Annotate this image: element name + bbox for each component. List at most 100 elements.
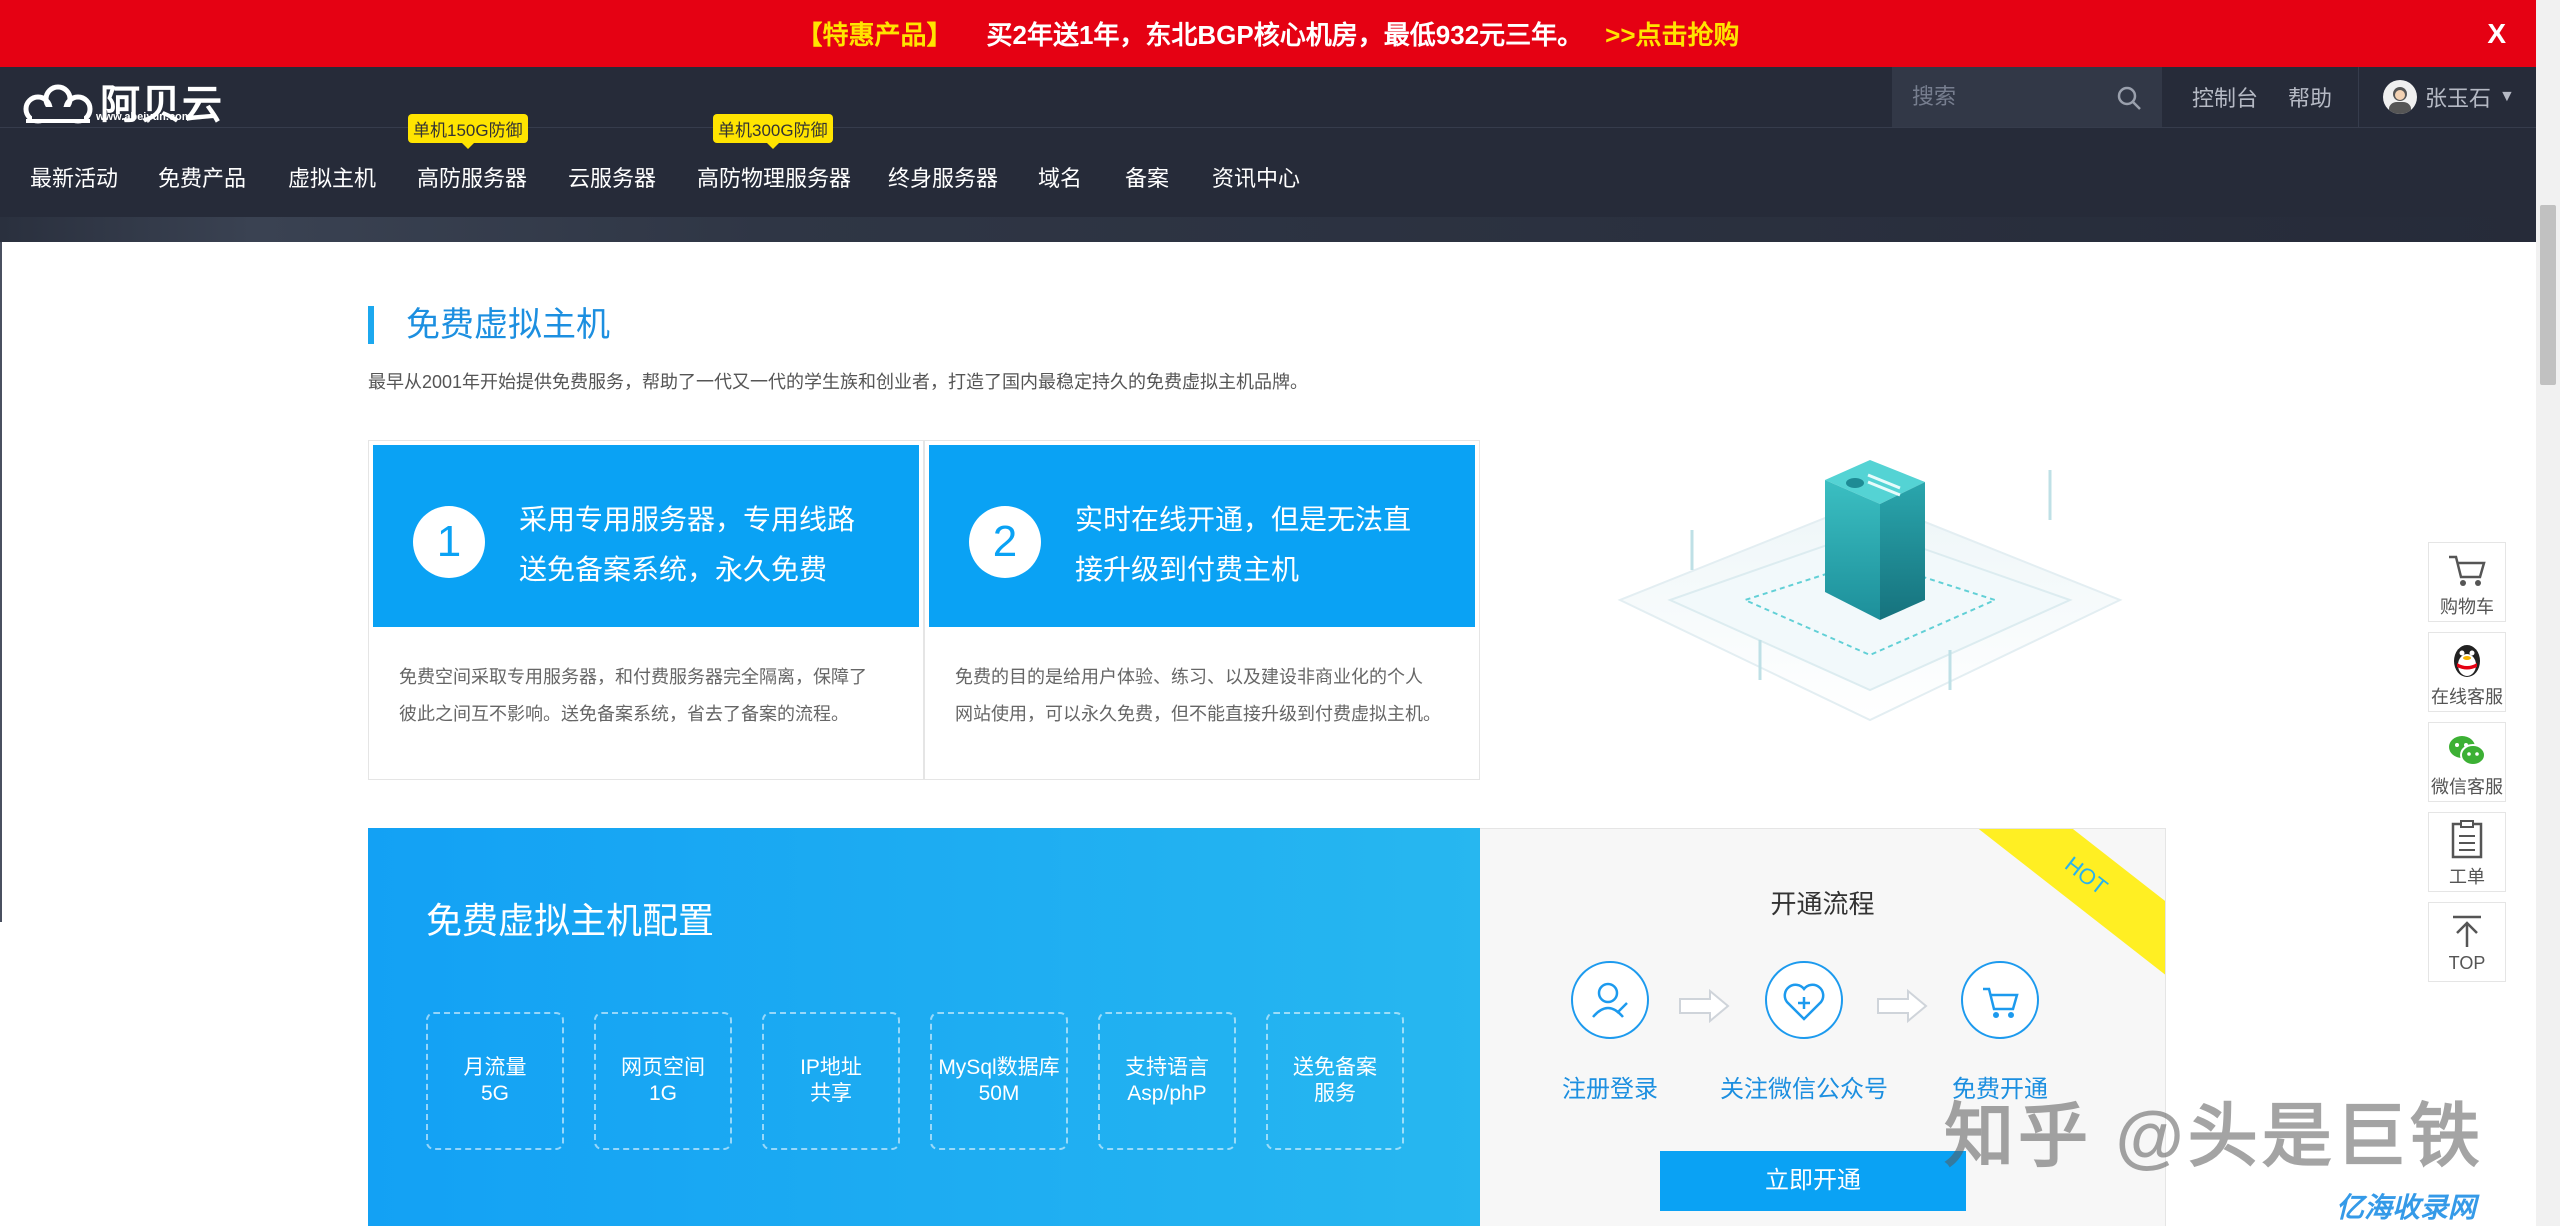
process-step-register: 注册登录 (1500, 961, 1720, 1104)
logo[interactable]: 阿贝云 www.abeiyun.com (22, 67, 223, 125)
page-scrollbar[interactable] (2536, 0, 2560, 1226)
config-box-beian: 送免备案 服务 (1266, 1012, 1404, 1150)
console-link[interactable]: 控制台 (2192, 81, 2258, 113)
server-illustration (1600, 420, 2140, 780)
config-title: 免费虚拟主机配置 (426, 900, 715, 941)
promo-tag: 【特惠产品】 (796, 20, 953, 50)
card-desc-line: 网站使用，可以永久免费，但不能直接升级到付费虚拟主机。 (955, 704, 1441, 724)
scrollbar-thumb[interactable] (2540, 205, 2556, 385)
float-label: 购物车 (2440, 597, 2494, 617)
process-step-wechat: 关注微信公众号 (1694, 961, 1914, 1104)
top-links: 控制台 帮助 (2192, 67, 2362, 127)
config-box-value: Asp/phP (1127, 1082, 1207, 1105)
promo-bar[interactable]: 【特惠产品】 买2年送1年，东北BGP核心机房，最低932元三年。 >>点击抢购… (0, 0, 2536, 67)
config-box-label: MySql数据库 (938, 1056, 1060, 1079)
nav-item-news[interactable]: 资讯中心 (1212, 161, 1300, 193)
config-box-label: 支持语言 (1125, 1056, 1209, 1079)
config-box-label: 月流量 (463, 1056, 527, 1079)
step-label: 注册登录 (1562, 1076, 1658, 1103)
search-box[interactable] (1892, 67, 2162, 127)
card-desc-line: 免费的目的是给用户体验、练习、以及建设非商业化的个人 (955, 667, 1423, 687)
user-name: 张玉石 (2425, 86, 2492, 111)
nav-item-ddos-server[interactable]: 高防服务器 单机150G防御 (408, 114, 528, 193)
left-edge-line (0, 242, 2, 922)
nav-badge-150g: 单机150G防御 (408, 114, 528, 149)
zhihu-watermark: 知乎 @头是巨铁 (1944, 1097, 2484, 1175)
config-box-traffic: 月流量 5G (426, 1012, 564, 1150)
config-box-value: 50M (978, 1082, 1020, 1105)
header-divider (0, 127, 2536, 128)
section-title: 免费虚拟主机 (368, 306, 610, 344)
nav-badge-300g: 单机300G防御 (713, 114, 833, 149)
step-label: 关注微信公众号 (1720, 1076, 1888, 1103)
user-edit-icon (1571, 961, 1649, 1039)
nav-item-label: 高防物理服务器 (697, 166, 852, 191)
clipboard-icon (2429, 813, 2505, 859)
feature-card-1: 1 采用专用服务器，专用线路 送免备案系统，永久免费 免费空间采取专用服务器，和… (368, 440, 924, 780)
card-head-line: 接升级到付费主机 (1075, 554, 1300, 585)
config-box-language: 支持语言 Asp/phP (1098, 1012, 1236, 1150)
card-desc-line: 彼此之间互不影响。送免备案系统，省去了备案的流程。 (399, 704, 849, 724)
search-icon[interactable] (2116, 85, 2142, 116)
config-box-value: 5G (480, 1082, 509, 1105)
help-link[interactable]: 帮助 (2288, 81, 2332, 113)
site-header: 阿贝云 www.abeiyun.com 控制台 帮助 张玉石 ▼ 最新活动 免费… (0, 67, 2536, 242)
qq-penguin-icon (2429, 633, 2505, 679)
card-head-text: 实时在线开通，但是无法直 接升级到付费主机 (1075, 495, 1455, 595)
promo-link[interactable]: >>点击抢购 (1605, 15, 1739, 52)
config-box-label: IP地址 (800, 1056, 862, 1079)
float-label: 微信客服 (2431, 777, 2503, 797)
card-head-text: 采用专用服务器，专用线路 送免备案系统，永久免费 (519, 495, 899, 595)
float-wechat-service[interactable]: 微信客服 (2428, 722, 2506, 802)
section-subtitle: 最早从2001年开始提供免费服务，帮助了一代又一代的学生族和创业者，打造了国内最… (368, 372, 1309, 392)
config-box-value: 共享 (810, 1082, 852, 1105)
nav-item-latest[interactable]: 最新活动 (30, 161, 118, 193)
card-head-line: 实时在线开通，但是无法直 (1075, 504, 1412, 535)
card-head-line: 送免备案系统，永久免费 (519, 554, 828, 585)
config-box-value: 1G (648, 1082, 677, 1105)
card-number: 2 (969, 506, 1041, 578)
user-menu[interactable]: 张玉石 ▼ (2358, 67, 2528, 127)
cloud-logo-icon (23, 84, 93, 124)
config-box-value: 服务 (1314, 1082, 1356, 1105)
nav-item-lifetime[interactable]: 终身服务器 (888, 161, 998, 193)
card-head: 1 采用专用服务器，专用线路 送免备案系统，永久免费 (373, 445, 919, 627)
avatar (2383, 80, 2417, 114)
float-label: 工单 (2449, 867, 2485, 887)
logo-domain: www.abeiyun.com (96, 111, 192, 123)
site-watermark: 亿海收录网 (2336, 1192, 2477, 1223)
float-ticket[interactable]: 工单 (2428, 812, 2506, 892)
nav-item-domain[interactable]: 域名 (1038, 161, 1082, 193)
nav-item-label: 高防服务器 (417, 166, 528, 191)
cart-icon (2429, 543, 2505, 589)
cart-icon (1961, 961, 2039, 1039)
process-title: 开通流程 (1770, 889, 1875, 919)
config-box-ip: IP地址 共享 (762, 1012, 900, 1150)
header-top-bar: 阿贝云 www.abeiyun.com 控制台 帮助 张玉石 ▼ (0, 67, 2536, 127)
search-input[interactable] (1912, 81, 2112, 113)
card-desc-line: 免费空间采取专用服务器，和付费服务器完全隔离，保障了 (399, 667, 867, 687)
card-head-line: 采用专用服务器，专用线路 (519, 504, 856, 535)
promo-text: 买2年送1年，东北BGP核心机房，最低932元三年。 (986, 20, 1584, 50)
nav-item-ddos-physical[interactable]: 高防物理服务器 单机300G防御 (697, 114, 852, 193)
config-panel: 免费虚拟主机配置 月流量 5G 网页空间 1G IP地址 共享 MySql数据库… (368, 828, 1480, 1226)
heart-plus-icon (1765, 961, 1843, 1039)
nav-item-vhost[interactable]: 虚拟主机 (288, 161, 376, 193)
float-label: 在线客服 (2431, 687, 2503, 707)
arrow-up-icon (2429, 903, 2505, 949)
card-number: 1 (413, 506, 485, 578)
banner-edge (0, 217, 2536, 242)
card-desc: 免费空间采取专用服务器，和付费服务器完全隔离，保障了 彼此之间互不影响。送免备案… (399, 659, 899, 733)
nav-item-beian[interactable]: 备案 (1125, 161, 1169, 193)
promo-close-button[interactable]: X (2487, 18, 2506, 50)
config-box-mysql: MySql数据库 50M (930, 1012, 1068, 1150)
open-now-button[interactable]: 立即开通 (1660, 1151, 1966, 1211)
server-icon (1617, 460, 2123, 722)
nav-item-cloud[interactable]: 云服务器 (568, 161, 656, 193)
float-qq-service[interactable]: 在线客服 (2428, 632, 2506, 712)
wechat-icon (2429, 723, 2505, 769)
float-cart[interactable]: 购物车 (2428, 542, 2506, 622)
config-box-label: 网页空间 (621, 1056, 705, 1079)
nav-item-free[interactable]: 免费产品 (158, 161, 246, 193)
float-top[interactable]: TOP (2428, 902, 2506, 982)
